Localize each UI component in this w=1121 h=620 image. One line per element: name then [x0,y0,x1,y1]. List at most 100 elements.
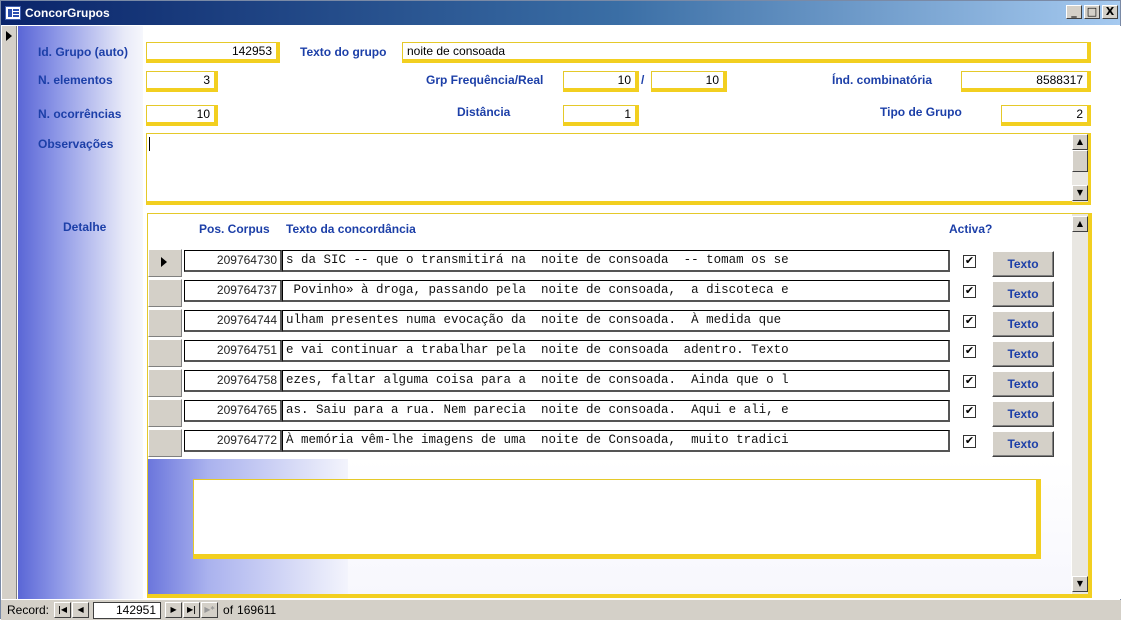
grp-frequencia-value: 10 [563,71,635,88]
observacoes-scrollbar[interactable]: ▲ ▼ [1072,134,1088,202]
texto-button[interactable]: Texto [992,311,1054,337]
texto-grupo-field[interactable]: noite de consoada [402,42,1091,63]
subform-scroll-down-icon[interactable]: ▼ [1072,576,1088,592]
minimize-button[interactable]: _ [1066,5,1082,19]
concordance-memo-field[interactable] [193,479,1041,559]
check-icon: ✔ [964,344,975,357]
ind-combinatoria-value: 8588317 [961,71,1087,88]
activa-checkbox[interactable]: ✔ [963,345,976,358]
pos-corpus-cell[interactable]: 209764751 [184,340,282,362]
concordance-text-cell[interactable]: as. Saiu para a rua. Nem parecia noite d… [282,400,950,422]
activa-checkbox[interactable]: ✔ [963,255,976,268]
grp-frequencia-field[interactable]: 10 [563,71,639,92]
activa-checkbox[interactable]: ✔ [963,285,976,298]
pos-corpus-cell[interactable]: 209764744 [184,310,282,332]
table-row[interactable]: 209764758 ezes, faltar alguma coisa para … [148,367,1071,397]
distancia-label: Distância [457,105,511,119]
total-records: 169611 [237,603,277,617]
concordance-text-cell[interactable]: À memória vêm-lhe imagens de uma noite d… [282,430,950,452]
grp-real-field[interactable]: 10 [651,71,727,92]
tipo-grupo-value: 2 [1001,105,1087,122]
texto-button[interactable]: Texto [992,281,1054,307]
n-ocorrencias-field[interactable]: 10 [146,105,218,126]
check-icon: ✔ [964,434,975,447]
check-icon: ✔ [964,404,975,417]
record-label: Record: [7,603,50,617]
table-row[interactable]: 209764765 as. Saiu para a rua. Nem pareci… [148,397,1071,427]
first-record-button[interactable]: |◀ [54,602,72,618]
row-selector[interactable] [148,339,182,367]
concordance-text-cell[interactable]: ezes, faltar alguma coisa para a noite d… [282,370,950,392]
pos-corpus-cell[interactable]: 209764758 [184,370,282,392]
texto-button[interactable]: Texto [992,401,1054,427]
tipo-grupo-label: Tipo de Grupo [880,105,962,119]
n-ocorrencias-value: 10 [146,105,214,122]
subform-scroll-up-icon[interactable]: ▲ [1072,216,1088,232]
last-record-button[interactable]: ▶| [183,602,201,618]
subform-scrollbar[interactable]: ▲ ▼ [1072,214,1088,594]
table-row[interactable]: 209764744 ulham presentes numa evocação d… [148,307,1071,337]
scroll-up-icon[interactable]: ▲ [1072,134,1088,150]
tipo-grupo-field[interactable]: 2 [1001,105,1091,126]
texto-button[interactable]: Texto [992,431,1054,457]
pos-corpus-cell[interactable]: 209764772 [184,430,282,452]
table-row[interactable]: 209764737 Povinho» à droga, passando pel… [148,277,1071,307]
texto-button[interactable]: Texto [992,371,1054,397]
n-elementos-value: 3 [146,71,214,88]
activa-checkbox[interactable]: ✔ [963,315,976,328]
of-label: of [223,603,234,617]
texto-grupo-value: noite de consoada [402,42,1087,59]
row-selector[interactable] [148,249,182,277]
row-selector[interactable] [148,399,182,427]
texto-button[interactable]: Texto [992,341,1054,367]
previous-record-button[interactable]: ◀ [72,602,90,618]
concordance-text-cell[interactable]: s da SIC -- que o transmitirá na noite d… [282,250,950,272]
current-record-arrow-icon [6,31,12,41]
ind-combinatoria-label: Índ. combinatória [832,73,933,87]
maximize-button[interactable]: □ [1084,5,1100,19]
texto-button[interactable]: Texto [992,251,1054,277]
concordance-text-cell[interactable]: ulham presentes numa evocação da noite d… [282,310,950,332]
record-selector[interactable] [2,26,17,599]
row-selector[interactable] [148,279,182,307]
n-elementos-field[interactable]: 3 [146,71,218,92]
distancia-field[interactable]: 1 [563,105,639,126]
ind-combinatoria-field[interactable]: 8588317 [961,71,1091,92]
observacoes-label: Observações [38,137,114,151]
activa-header: Activa? [949,222,993,236]
close-button[interactable]: X [1102,5,1118,19]
activa-checkbox[interactable]: ✔ [963,405,976,418]
table-row[interactable]: 209764751 e vai continuar a trabalhar pel… [148,337,1071,367]
n-ocorrencias-label: N. ocorrências [38,107,122,121]
concordance-text-cell[interactable]: e vai continuar a trabalhar pela noite d… [282,340,950,362]
text-cursor [149,137,150,151]
activa-checkbox[interactable]: ✔ [963,375,976,388]
concordance-text-cell[interactable]: Povinho» à droga, passando pela noite de… [282,280,950,302]
scroll-thumb[interactable] [1072,150,1088,172]
table-row[interactable]: 209764772 À memória vêm-lhe imagens de um… [148,427,1071,457]
pos-corpus-cell[interactable]: 209764765 [184,400,282,422]
scroll-down-icon[interactable]: ▼ [1072,185,1088,201]
pos-corpus-cell[interactable]: 209764737 [184,280,282,302]
check-icon: ✔ [964,314,975,327]
pos-corpus-cell[interactable]: 209764730 [184,250,282,272]
row-selector[interactable] [148,369,182,397]
id-grupo-field[interactable]: 142953 [146,42,280,63]
next-record-button[interactable]: ▶ [165,602,183,618]
distancia-value: 1 [563,105,635,122]
check-icon: ✔ [964,254,975,267]
subform-header: Pos. Corpus Texto da concordância Activa… [148,214,1071,242]
id-grupo-label: Id. Grupo (auto) [38,45,128,59]
observacoes-textarea[interactable]: ▲ ▼ [146,133,1091,205]
access-form-window: ConcorGrupos _ □ X Id. Grupo (auto) 1429… [0,0,1121,620]
row-selector[interactable] [148,309,182,337]
new-record-button[interactable]: ▶* [201,602,219,618]
grp-real-value: 10 [651,71,723,88]
row-selector[interactable] [148,429,182,457]
table-row[interactable]: 209764730 s da SIC -- que o transmitirá n… [148,247,1071,277]
texto-grupo-label: Texto do grupo [300,45,387,59]
pos-corpus-header: Pos. Corpus [199,222,270,236]
activa-checkbox[interactable]: ✔ [963,435,976,448]
detalhe-label: Detalhe [63,220,107,234]
current-record-input[interactable]: 142951 [93,601,162,619]
